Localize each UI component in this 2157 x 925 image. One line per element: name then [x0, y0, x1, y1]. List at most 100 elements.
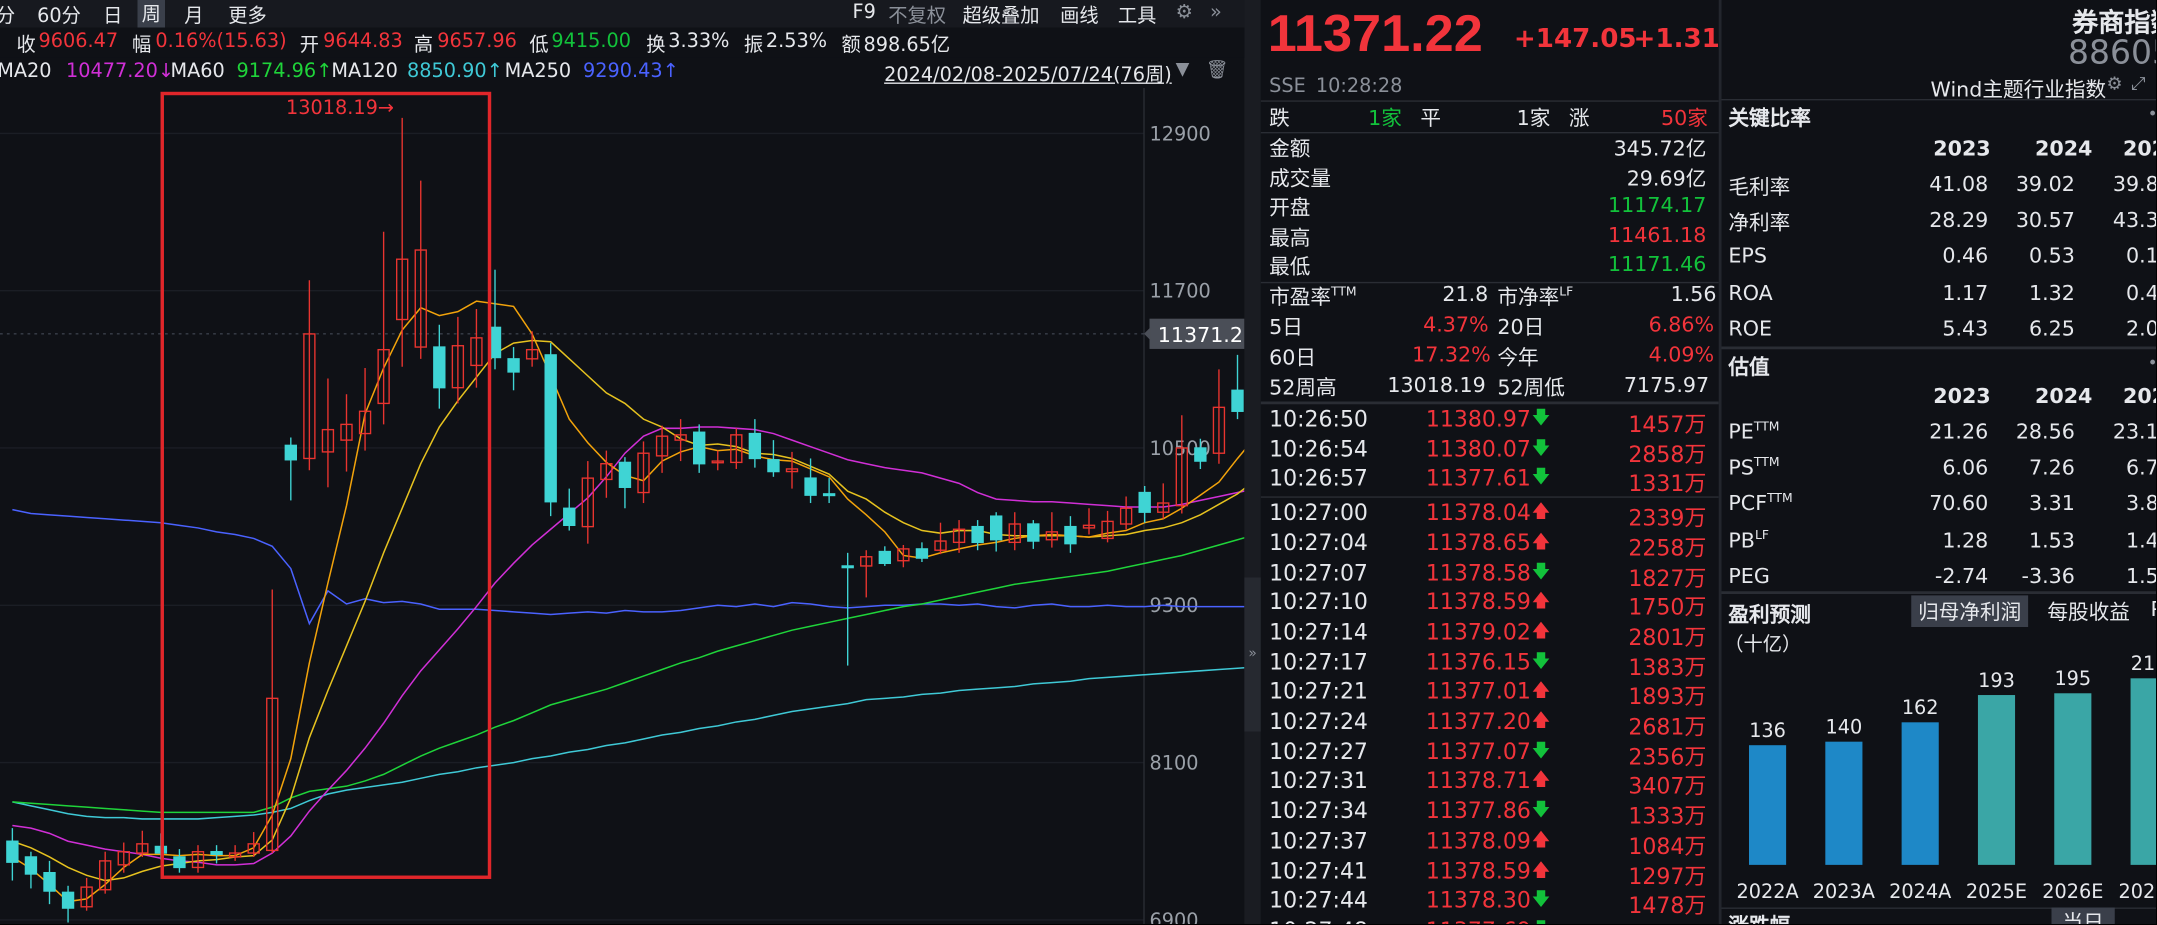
quote-row: 最低 11171.46 — [1269, 252, 1712, 281]
tick-volume: 1333万 — [1628, 803, 1707, 830]
change-title: 涨跌幅 — [1728, 910, 1790, 924]
candle-body — [24, 856, 38, 875]
quote-row-label: 最低 — [1269, 254, 1311, 280]
quote-row: 开盘 11174.17 — [1269, 193, 1712, 222]
pb-label: 市净率 — [1497, 284, 1560, 310]
metric-sup: TTM — [1767, 492, 1793, 507]
candle-body — [544, 354, 557, 503]
tick-volume: 1750万 — [1628, 594, 1707, 621]
tick-row: 10:27:10 11378.59 1750万 🡅 — [1261, 589, 1715, 621]
metric-label: PB — [1728, 527, 1755, 553]
swing-label: 振 — [743, 34, 764, 57]
tick-volume: 2258万 — [1628, 534, 1707, 561]
flat-count: 1家 — [1516, 105, 1551, 131]
forecast-value: 195 — [2054, 667, 2091, 690]
year-header: 2024 — [2035, 383, 2093, 409]
tick-row: 10:26:54 11380.07 2858万 🡇 — [1261, 435, 1715, 467]
arrow-down-icon: 🡇 — [1531, 651, 1551, 672]
tick-time: 10:27:14 — [1269, 618, 1368, 645]
metric-value: 43.3 — [2112, 207, 2156, 233]
candle-body — [971, 525, 984, 544]
tick-volume: 1084万 — [1628, 832, 1707, 860]
up-count: 50家 — [1661, 105, 1708, 131]
highlight-box — [160, 91, 492, 879]
year-header: 2023 — [1933, 383, 1991, 409]
kline-chart[interactable]: 12900117001050093008100690011371.213018.… — [0, 88, 1245, 924]
forecast-value: 162 — [1902, 696, 1939, 719]
forecast-year: 2023A — [1813, 880, 1876, 903]
arrow-up-icon: 🡅 — [1531, 621, 1551, 642]
metric-row-label: PSTTM — [1728, 455, 1779, 480]
metric-value: 39.8 — [2112, 171, 2156, 197]
forecast-bar — [1749, 745, 1787, 865]
candle-body — [210, 851, 223, 856]
settings-icon[interactable]: ⚙ — [2107, 74, 2123, 95]
date-range[interactable]: 2024/02/08-2025/07/24(76周) — [884, 61, 1172, 89]
metric-sup: LF — [1754, 528, 1770, 543]
tick-row: 10:27:34 11377.86 1333万 🡇 — [1261, 798, 1715, 830]
quote-row-value: 29.69亿 — [1626, 165, 1707, 191]
ma20-value: 10477.20↓ — [66, 60, 174, 83]
arrow-up-icon: 🡅 — [1531, 591, 1551, 613]
dropdown-icon[interactable]: ▼ — [1176, 59, 1190, 80]
tick-row: 10:27:00 11378.04 2339万 🡅 — [1261, 499, 1715, 531]
tick-time: 10:27:37 — [1269, 827, 1368, 854]
more-dot-icon-2[interactable]: • — [2148, 353, 2156, 372]
arrow-down-icon: 🡇 — [1531, 889, 1551, 911]
metric-value: 70.60 — [1929, 491, 1989, 517]
today-button[interactable]: 当日 — [2051, 907, 2115, 924]
forecast-title: 盈利预测 — [1728, 602, 1811, 627]
year-header: 2025Q1 — [2123, 136, 2156, 161]
ohlc-strip: 收 9606.47 幅 0.16%(15.63) 开 9644.83 高 9657.96 低 94… — [0, 27, 1245, 58]
tick-volume: 2356万 — [1628, 743, 1707, 770]
tick-price: 11377.69 — [1426, 917, 1531, 924]
last-price-tag-arrow — [1144, 326, 1151, 341]
tick-volume: 3407万 — [1628, 773, 1707, 800]
metric-value: 6.06 — [1942, 455, 1989, 481]
candle-body — [1194, 447, 1207, 462]
peak-label: 13018.19→ — [286, 96, 394, 119]
metric-value: 39.02 — [2015, 171, 2075, 197]
ma-line-ma250 — [12, 508, 1245, 626]
arrow-down-icon: 🡇 — [1531, 438, 1551, 459]
return-60d: 17.32% — [1412, 342, 1491, 368]
forecast-year: 2027E — [2119, 880, 2156, 903]
pe-value: 21.8 — [1442, 281, 1489, 307]
pe-pb-row: 市盈率TTM 21.8 市净率LF 1.56 — [1269, 281, 1717, 310]
candle-body — [1231, 389, 1244, 412]
arrow-up-icon: 🡅 — [1531, 681, 1551, 702]
up-label: 涨 — [1568, 105, 1590, 131]
metric-value: 6.7 — [2125, 455, 2156, 481]
tab-net-profit[interactable]: 归母净利润 — [1911, 595, 2029, 627]
arrow-down-icon: 🡇 — [1532, 917, 1550, 924]
metric-row-label: ROE — [1728, 316, 1772, 341]
trash-icon[interactable]: 🗑 — [1206, 61, 1229, 82]
tick-time: 10:26:50 — [1269, 405, 1368, 432]
quote-panel: 11371.22 +147.05 +1.31% SSE 10:28:28 跌 1… — [1260, 0, 1746, 924]
metric-label: PS — [1728, 455, 1754, 481]
amount-value: 898.65亿 — [863, 34, 951, 57]
ma-line-ma5 — [11, 300, 1245, 903]
forecast-bar — [2054, 693, 2092, 865]
candle-body — [618, 461, 632, 488]
ratios-title: 关键比率 — [1728, 105, 1811, 131]
arrow-down-icon: 🡇 — [1531, 408, 1551, 429]
arrow-down-icon: 🡇 — [1531, 561, 1551, 583]
metric-row-label: 净利率 — [1728, 208, 1790, 237]
tick-price: 11377.61 — [1425, 465, 1531, 492]
tab-eps[interactable]: 每股收益 — [2047, 597, 2130, 626]
tick-price: 11377.01 — [1425, 678, 1531, 705]
valuation-title: 估值 — [1728, 354, 1770, 380]
tick-volume: 1297万 — [1628, 862, 1707, 889]
tab-more[interactable]: P — [2151, 597, 2157, 622]
expand-icon[interactable]: ⤢ — [2131, 74, 2145, 95]
tick-volume: 1827万 — [1628, 564, 1707, 591]
more-dot-icon[interactable]: • — [2148, 105, 2156, 124]
tick-price: 11376.15 — [1425, 648, 1531, 675]
metric-value: 0.4 — [2125, 279, 2156, 305]
high-label: 高 — [413, 34, 434, 57]
candle-body — [1027, 523, 1040, 542]
collapse-handle[interactable]: » — [1244, 577, 1261, 732]
metric-value: 0.53 — [2028, 243, 2075, 269]
ma60-label: MA60 — [170, 60, 225, 83]
